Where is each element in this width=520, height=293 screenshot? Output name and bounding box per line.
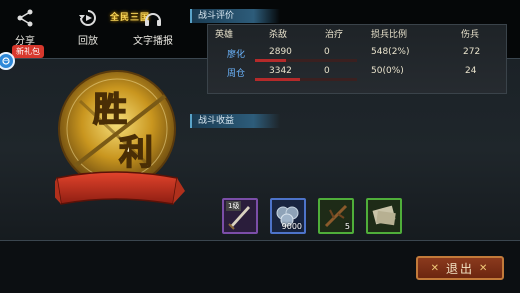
emblem-text-bottom: 利 xyxy=(119,133,153,173)
replay-icon xyxy=(79,10,96,26)
exit-left-ornament-icon: ✕ xyxy=(430,262,441,274)
broadcast-label: 文字播报 xyxy=(133,36,173,47)
replay-button[interactable]: 回放 xyxy=(78,8,98,47)
scroll-icon xyxy=(372,205,396,226)
loot-item-scroll[interactable] xyxy=(366,198,402,234)
loot-items: 1级 9000 5 xyxy=(222,198,402,234)
heal-value: 0 xyxy=(324,47,330,57)
broadcast-button[interactable]: 文字播报 xyxy=(133,8,173,47)
header-kills: 杀敌 xyxy=(269,30,288,40)
share-icon xyxy=(17,9,33,27)
battle-loot-tab: 战斗收益 xyxy=(190,114,280,128)
kills-value: 3342 xyxy=(269,66,292,76)
wounded-value: 24 xyxy=(465,66,477,76)
kills-bar-fill xyxy=(255,59,286,62)
loss-ratio-value: 548(2%) xyxy=(371,47,410,57)
loot-item-wood[interactable]: 5 xyxy=(318,198,354,234)
share-button[interactable]: 分享 xyxy=(15,8,35,47)
header-wounded: 伤兵 xyxy=(461,30,480,40)
headphones-icon xyxy=(145,13,161,26)
kills-bar xyxy=(255,78,311,81)
share-label: 分享 xyxy=(15,36,35,47)
loot-item-weapon[interactable]: 1级 xyxy=(222,198,258,234)
item-level-badge: 1级 xyxy=(226,201,242,211)
table-row: 廖化 2890 0 548(2%) 272 xyxy=(207,47,507,62)
exit-button[interactable]: ✕ 退出 ✕ xyxy=(416,256,504,280)
emblem-text-top: 胜 xyxy=(93,90,127,130)
kills-bar xyxy=(255,59,311,62)
exit-label: 退出 xyxy=(445,261,474,276)
item-count: 5 xyxy=(344,222,350,231)
victory-emblem: 胜 利 xyxy=(55,70,185,205)
exit-right-ornament-icon: ✕ xyxy=(479,262,490,274)
heal-value: 0 xyxy=(324,66,330,76)
stats-header: 英雄 杀敌 治疗 损兵比例 伤兵 xyxy=(207,27,507,40)
kills-bar-fill xyxy=(255,78,300,81)
header-loss-ratio: 损兵比例 xyxy=(371,30,408,40)
item-count: 9000 xyxy=(281,222,302,231)
wounded-value: 272 xyxy=(463,47,481,57)
header-heal: 治疗 xyxy=(325,30,344,40)
header-hero: 英雄 xyxy=(215,30,234,40)
hero-name[interactable]: 廖化 xyxy=(227,47,245,60)
loss-ratio-value: 50(0%) xyxy=(371,66,404,76)
battle-result-screen: 全民三国 新礼包 胜 利 战斗评价 英雄 杀敌 治疗 损兵比例 伤兵 廖化 28… xyxy=(0,0,520,293)
replay-label: 回放 xyxy=(78,36,98,47)
battle-eval-tab: 战斗评价 xyxy=(190,9,280,23)
heal-bar xyxy=(309,59,357,62)
hero-name[interactable]: 周仓 xyxy=(227,66,245,79)
table-row: 周仓 3342 0 50(0%) 24 xyxy=(207,66,507,81)
heal-bar xyxy=(309,78,357,81)
loot-item-coins[interactable]: 9000 xyxy=(270,198,306,234)
kills-value: 2890 xyxy=(269,47,292,57)
